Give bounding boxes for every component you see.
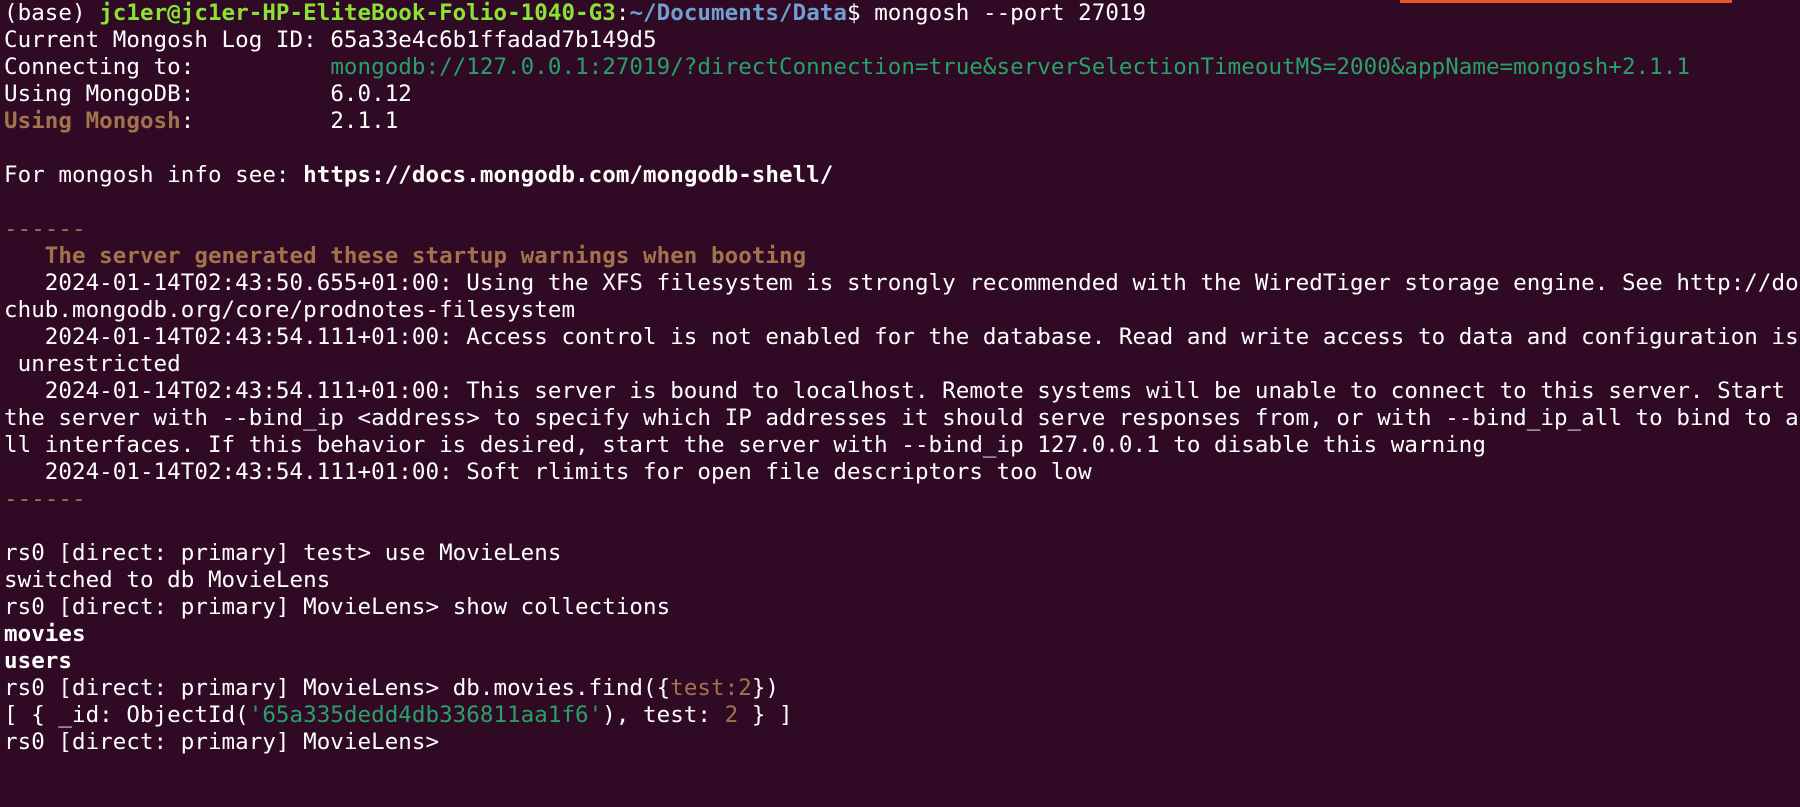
log-id-line: Current Mongosh Log ID: 65a33e4c6b1ffada… — [4, 27, 1800, 54]
info-line: For mongosh info see: https://docs.mongo… — [4, 162, 1800, 189]
connection-url: mongodb://127.0.0.1:27019/?directConnect… — [330, 54, 1690, 80]
mongosh-version: 2.1.1 — [330, 108, 399, 134]
find-suffix: }) — [751, 675, 780, 701]
prompt-path: ~/Documents/Data — [629, 0, 847, 26]
conda-env: (base) — [4, 0, 100, 26]
mongosh-prompt: rs0 [direct: primary] test> — [4, 540, 385, 566]
mongosh-input-line[interactable]: rs0 [direct: primary] MovieLens> — [4, 729, 1800, 756]
warning-line: 2024-01-14T02:43:54.111+01:00: This serv… — [4, 378, 1786, 404]
shell-command: mongosh --port 27019 — [874, 0, 1147, 26]
info-url[interactable]: https://docs.mongodb.com/mongodb-shell/ — [303, 162, 833, 188]
warning-line: 2024-01-14T02:43:50.655+01:00: Using the… — [4, 270, 1799, 296]
find-key: test: — [670, 675, 739, 701]
warning-line: 2024-01-14T02:43:54.111+01:00: Access co… — [4, 324, 1799, 350]
mongodb-version-line: Using MongoDB: 6.0.12 — [4, 81, 1800, 108]
mongosh-command: show collections — [452, 594, 671, 620]
warning-line: the server with --bind_ip <address> to s… — [4, 405, 1799, 431]
connecting-label: Connecting to: — [4, 54, 331, 80]
mongosh-command: use MovieLens — [384, 540, 562, 566]
log-id-value: 65a33e4c6b1ffadad7b149d5 — [330, 27, 657, 53]
mongosh-prompt: rs0 [direct: primary] MovieLens> — [4, 594, 453, 620]
terminal-window[interactable]: (base) jc1er@jc1er-HP-EliteBook-Folio-10… — [0, 0, 1800, 807]
mongodb-version: 6.0.12 — [330, 81, 412, 107]
result-prefix: [ { _id: ObjectId( — [4, 702, 249, 728]
mongosh-prompt-line: rs0 [direct: primary] MovieLens> show co… — [4, 594, 1800, 621]
mongosh-prompt-line: rs0 [direct: primary] MovieLens> db.movi… — [4, 675, 1800, 702]
find-prefix: db.movies.find({ — [452, 675, 671, 701]
command-output: switched to db MovieLens — [4, 567, 331, 593]
mongosh-label: Using Mongosh — [4, 108, 181, 134]
window-accent-bar — [1400, 0, 1732, 3]
mongosh-prompt: rs0 [direct: primary] MovieLens> — [4, 729, 453, 755]
shell-prompt-line: (base) jc1er@jc1er-HP-EliteBook-Folio-10… — [4, 0, 1800, 27]
collection-name: movies — [4, 621, 86, 647]
mongosh-version-line: Using Mongosh: 2.1.1 — [4, 108, 1800, 135]
mongosh-pad: : — [180, 108, 331, 134]
result-suffix: } ] — [738, 702, 793, 728]
prompt-dollar: $ — [847, 0, 875, 26]
warning-line: chub.mongodb.org/core/prodnotes-filesyst… — [4, 297, 576, 323]
result-number: 2 — [724, 702, 739, 728]
mongosh-prompt-line: rs0 [direct: primary] test> use MovieLen… — [4, 540, 1800, 567]
prompt-colon: : — [615, 0, 630, 26]
separator-bottom: ------ — [4, 486, 86, 512]
warnings-header: The server generated these startup warni… — [4, 243, 807, 269]
mongosh-prompt: rs0 [direct: primary] MovieLens> — [4, 675, 453, 701]
warning-line: unrestricted — [4, 351, 181, 377]
collection-name: users — [4, 648, 72, 674]
prompt-user-host: jc1er@jc1er-HP-EliteBook-Folio-1040-G3 — [99, 0, 616, 26]
info-prefix: For mongosh info see: — [4, 162, 304, 188]
warning-line: 2024-01-14T02:43:54.111+01:00: Soft rlim… — [4, 459, 1092, 485]
connecting-line: Connecting to: mongodb://127.0.0.1:27019… — [4, 54, 1800, 81]
mongodb-label: Using MongoDB: — [4, 81, 331, 107]
separator-top: ------ — [4, 216, 86, 242]
result-object-id: '65a335dedd4db336811aa1f6' — [248, 702, 603, 728]
warning-line: ll interfaces. If this behavior is desir… — [4, 432, 1486, 458]
result-mid: ), test: — [602, 702, 725, 728]
log-id-label: Current Mongosh Log ID: — [4, 27, 331, 53]
find-number: 2 — [738, 675, 752, 701]
query-result: [ { _id: ObjectId('65a335dedd4db336811aa… — [4, 702, 1800, 729]
